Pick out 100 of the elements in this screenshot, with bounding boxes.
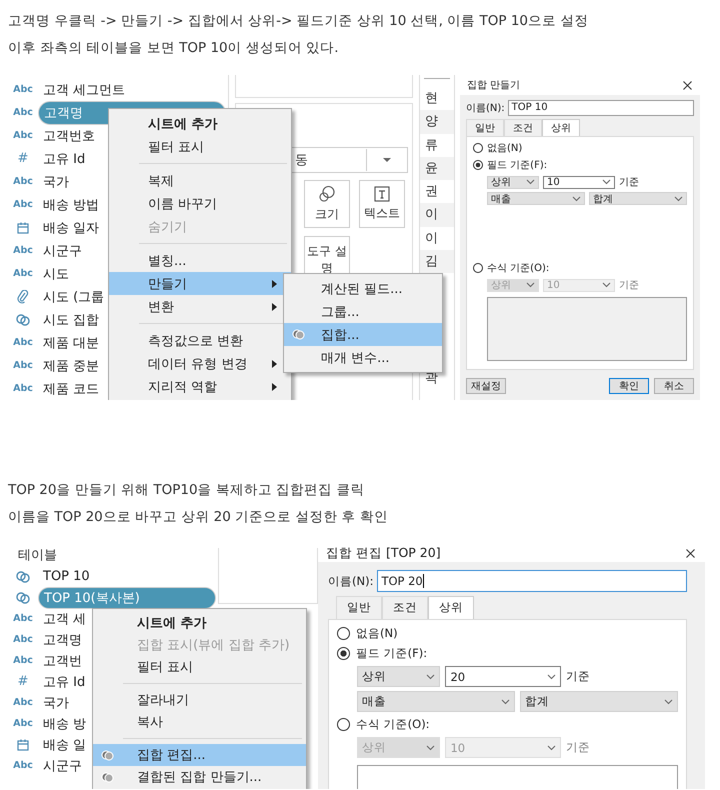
name-field[interactable]: TOP 20 <box>377 570 687 592</box>
field-item[interactable]: 배송 일자 <box>38 216 104 238</box>
instruction-text: 고객명 우클릭 -> 만들기 -> 집합에서 상위-> 필드기준 상위 10 선택, 이름 TOP 10으로 설정 <box>8 12 590 31</box>
radio-button[interactable] <box>337 718 350 731</box>
menu-item[interactable]: 매개 변수... <box>284 346 442 369</box>
text-icon <box>374 186 390 202</box>
field-item[interactable]: 고유 Id <box>38 672 90 692</box>
menu-item[interactable]: 잘라내기 <box>93 689 306 711</box>
field-item[interactable]: 제품 중분 <box>38 354 104 376</box>
radio-button[interactable] <box>337 647 350 660</box>
dialog-title: 집합 만들기 <box>467 79 520 92</box>
field-item[interactable]: 국가 <box>38 170 74 192</box>
field-item[interactable]: 고객번호 <box>38 124 100 146</box>
text-type-icon: Abc <box>13 383 33 394</box>
name-label: 이름(N): <box>328 574 374 588</box>
dialog-button[interactable]: 취소 <box>654 378 694 394</box>
chevron-icon <box>602 179 611 185</box>
instruction-text: 이후 좌측의 테이블을 보면 TOP 10이 생성되어 있다. <box>8 39 340 58</box>
menu-item[interactable]: 만들기 <box>109 272 291 295</box>
radio-button[interactable] <box>473 143 483 153</box>
field-item[interactable]: 시군구 <box>38 756 87 776</box>
radio-button[interactable] <box>473 160 483 170</box>
dropdown[interactable]: 매출 <box>357 691 515 712</box>
tab[interactable]: 일반 <box>466 119 504 136</box>
mark-button[interactable]: 크기 <box>304 180 350 228</box>
menu-item[interactable]: 복사 <box>93 711 306 733</box>
option-label: 수식 기준(O): <box>356 717 430 732</box>
field-item[interactable]: 국가 <box>38 692 74 712</box>
name-field[interactable]: TOP 10 <box>508 100 694 116</box>
set-icon <box>292 329 305 340</box>
menu-item[interactable]: 그룹... <box>284 300 442 323</box>
instruction-text: TOP 20을 만들기 위해 TOP10을 복제하고 집합편집 클릭 <box>8 481 366 500</box>
menu-item[interactable]: 별칭... <box>109 249 291 272</box>
dialog-button[interactable]: 재설정 <box>466 378 506 394</box>
dropdown[interactable]: 합계 <box>589 192 687 205</box>
chevron-icon <box>526 282 535 288</box>
chevron-icon <box>674 196 683 202</box>
menu-item[interactable]: 결합된 집합 만들기... <box>93 766 306 788</box>
option-label: 필드 기준(F): <box>356 646 428 661</box>
tab[interactable]: 상위 <box>542 119 580 136</box>
field-item[interactable]: 시도 집합 <box>38 308 104 330</box>
tab[interactable]: 일반 <box>336 596 382 619</box>
dropdown[interactable]: 합계 <box>520 691 678 712</box>
chevron-icon <box>426 744 436 750</box>
field-item[interactable]: 배송 방 <box>38 714 92 734</box>
field-item[interactable]: 고유 Id <box>38 148 90 170</box>
text-type-icon: Abc <box>13 245 33 256</box>
dropdown[interactable]: 상위 <box>357 666 440 687</box>
field-item[interactable]: 제품 대분 <box>38 332 104 354</box>
text-type-icon: Abc <box>13 268 33 279</box>
field-item[interactable]: 배송 방법 <box>38 194 104 216</box>
menu-item[interactable]: 이름 바꾸기 <box>109 192 291 215</box>
dialog-title: 집합 편집 [TOP 20] <box>326 545 441 562</box>
mark-button[interactable]: 텍스트 <box>359 180 405 228</box>
dropdown[interactable]: 20 <box>445 666 561 687</box>
text-type-icon: Abc <box>13 360 33 371</box>
section-header: 테이블 <box>17 547 58 565</box>
chevron-icon <box>547 674 556 680</box>
menu-item[interactable]: 지리적 역할 <box>109 375 291 398</box>
dropdown[interactable]: 상위 <box>487 176 539 188</box>
menu-item[interactable]: 시트에 추가 <box>109 112 291 135</box>
tab[interactable]: 조건 <box>382 596 428 619</box>
field-item[interactable]: 시군구 <box>38 240 87 262</box>
submenu-arrow-icon <box>272 280 277 288</box>
field-item[interactable]: 고객명 <box>38 630 87 650</box>
table-cell-text: 이 <box>424 230 439 248</box>
menu-item[interactable]: 필터 표시 <box>93 656 306 678</box>
field-item[interactable]: TOP 10 <box>38 568 95 585</box>
text-type-icon: Abc <box>13 107 33 118</box>
option-label: 없음(N) <box>356 626 398 641</box>
close-icon[interactable] <box>683 80 692 90</box>
calendar-icon <box>17 738 29 750</box>
field-item[interactable]: 제품 코드 <box>38 378 104 400</box>
menu-item[interactable]: 집합... <box>284 323 442 346</box>
tab[interactable]: 상위 <box>428 596 474 621</box>
text-type-icon: Abc <box>13 655 33 666</box>
name-label: 이름(N): <box>466 102 505 114</box>
radio-button[interactable] <box>337 627 350 640</box>
field-item[interactable]: 배송 일 <box>38 734 92 754</box>
chevron-icon <box>602 282 611 288</box>
field-item[interactable]: 고객번 <box>38 650 87 670</box>
chevron-icon <box>526 179 535 185</box>
option-label: 필드 기준(F): <box>487 159 548 172</box>
field-item[interactable]: 고객 세 <box>38 608 92 628</box>
field-item[interactable]: 고객 세그먼트 <box>38 78 130 100</box>
menu-item[interactable]: 집합 편집... <box>93 744 306 766</box>
chevron-icon <box>664 698 673 704</box>
menu-item[interactable]: 시트에 추가 <box>93 612 306 634</box>
tab[interactable]: 조건 <box>504 119 542 136</box>
suffix-label: 기준 <box>619 279 639 292</box>
table-cell-text: 곽 <box>424 370 439 388</box>
radio-button[interactable] <box>473 263 483 273</box>
field-item[interactable]: 시도 (그룹 <box>38 286 110 308</box>
option-label: 수식 기준(O): <box>487 262 550 275</box>
text-type-icon: Abc <box>13 634 33 645</box>
dropdown[interactable]: 매출 <box>487 192 585 205</box>
close-icon[interactable] <box>686 549 695 558</box>
dropdown[interactable]: 10 <box>543 176 615 188</box>
dialog-button[interactable]: 확인 <box>609 378 649 394</box>
field-item[interactable]: 시도 <box>38 262 74 284</box>
